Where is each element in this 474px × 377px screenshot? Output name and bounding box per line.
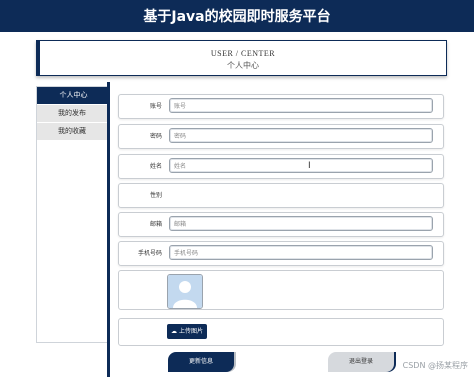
sidebar-item-profile[interactable]: 个人中心: [37, 87, 107, 104]
email-label: 邮箱: [149, 221, 162, 228]
form-row-email: 邮箱 邮箱: [118, 212, 444, 237]
update-info-button[interactable]: 更新信息: [168, 352, 234, 372]
form-row-name: 姓名 姓名: [118, 154, 444, 179]
logout-button[interactable]: 退出登录: [328, 352, 394, 372]
form-row-password: 密码 密码: [118, 124, 444, 149]
form-row-account: 账号 账号: [118, 94, 444, 119]
password-input[interactable]: 密码: [169, 128, 433, 143]
app-title: 基于Java的校园即时服务平台: [143, 9, 331, 25]
upload-button-label: 上传图片: [178, 328, 203, 335]
profile-form: 账号 账号 密码 密码 姓名 姓名 性别 邮箱 邮箱 手机号码 手机号码 ☁ 上…: [107, 82, 447, 377]
watermark: CSDN @扬某程序: [402, 361, 468, 370]
user-center-title-en: USER / CENTER: [210, 49, 276, 58]
upload-icon: ☁: [171, 328, 178, 335]
user-center-banner: USER / CENTER 个人中心: [36, 40, 447, 76]
name-input[interactable]: 姓名: [169, 158, 433, 173]
user-center-title-cn: 个人中心: [227, 61, 259, 70]
text-cursor-icon: I: [308, 161, 311, 171]
upload-row: ☁ 上传图片: [118, 318, 444, 346]
sidebar: 个人中心 我的发布 我的收藏: [36, 86, 108, 343]
upload-image-button[interactable]: ☁ 上传图片: [167, 324, 207, 339]
form-row-phone: 手机号码 手机号码: [118, 241, 444, 266]
phone-label: 手机号码: [137, 250, 162, 257]
sidebar-item-my-posts[interactable]: 我的发布: [37, 105, 107, 122]
account-label: 账号: [149, 103, 162, 110]
email-input[interactable]: 邮箱: [169, 216, 433, 231]
avatar: [167, 274, 203, 309]
user-avatar-icon: [168, 275, 202, 308]
phone-input[interactable]: 手机号码: [169, 245, 433, 260]
password-label: 密码: [149, 133, 162, 140]
name-label: 姓名: [149, 163, 162, 170]
account-input[interactable]: 账号: [169, 98, 433, 113]
form-row-gender: 性别: [118, 183, 444, 208]
app-header: 基于Java的校园即时服务平台: [0, 0, 474, 32]
gender-label: 性别: [149, 192, 162, 199]
sidebar-item-my-favorites[interactable]: 我的收藏: [37, 123, 107, 140]
avatar-row: [118, 270, 444, 310]
